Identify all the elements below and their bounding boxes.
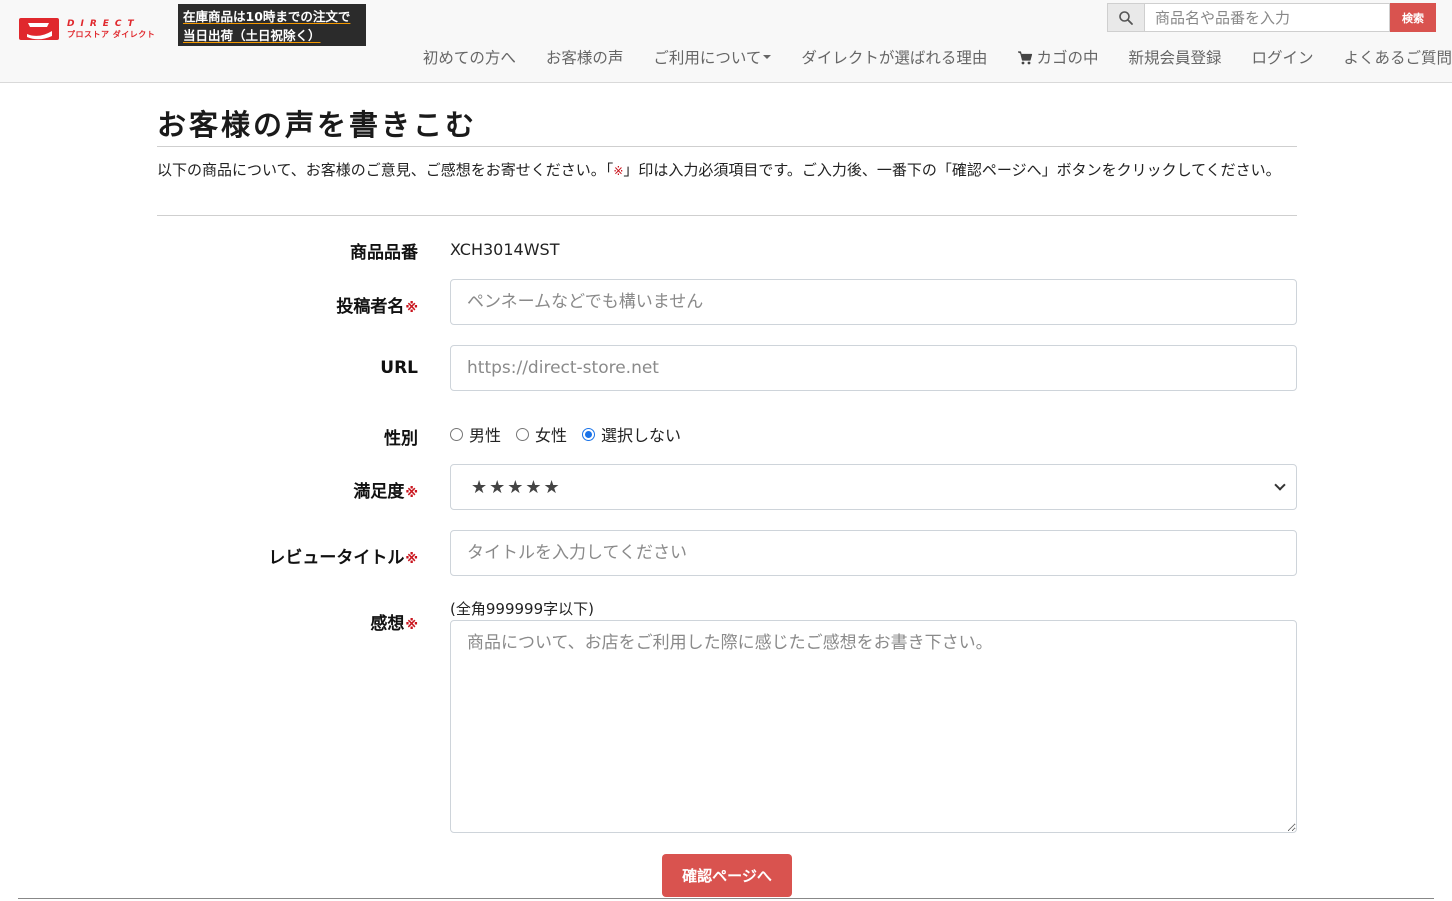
search-icon[interactable] (1107, 3, 1144, 32)
radio-button[interactable] (450, 427, 463, 441)
intro-text-after: 」印は入力必須項目です。ご入力後、一番下の「確認ページへ」ボタンをクリックしてく… (623, 161, 1281, 179)
banner-line-1: 在庫商品は10時までの注文で (183, 9, 351, 24)
nav-label: ログイン (1251, 49, 1314, 67)
nav-label: 新規会員登録 (1128, 49, 1222, 67)
required-mark: ※ (613, 164, 624, 178)
label-text: 感想 (370, 614, 405, 634)
nav-label: カゴの中 (1036, 49, 1099, 67)
comment-textarea[interactable] (450, 620, 1297, 833)
confirm-page-button[interactable]: 確認ページへ (662, 854, 792, 897)
comment-label: 感想※ (370, 609, 418, 634)
chevron-down-icon (1274, 479, 1286, 491)
required-mark: ※ (405, 618, 418, 633)
required-mark: ※ (405, 552, 418, 567)
comment-length-hint: (全角999999字以下) (450, 600, 594, 618)
main-nav: 初めての方へ お客様の声 ご利用について ダイレクトが選ばれる理由 カゴの中 新… (423, 46, 1452, 68)
nav-label: お客様の声 (545, 49, 624, 67)
shipping-banner[interactable]: 在庫商品は10時までの注文で 当日出荷（土日祝除く） (178, 4, 366, 46)
intro-text: 以下の商品について、お客様のご意見、ご感想をお寄せください。「※」印は入力必須項… (157, 158, 1297, 183)
url-label: URL (380, 358, 418, 378)
gender-option-male[interactable]: 男性 (450, 422, 501, 446)
nav-label: 初めての方へ (422, 49, 516, 67)
logo-text-en: DIRECT (67, 18, 140, 29)
gender-radio-group: 男性 女性 選択しない (450, 422, 696, 446)
search-input[interactable] (1144, 3, 1390, 32)
nav-faq[interactable]: よくあるご質問 (1343, 46, 1452, 68)
site-logo[interactable]: DIRECT プロストア ダイレクト (19, 16, 159, 42)
caret-down-icon (763, 55, 772, 59)
required-mark: ※ (405, 301, 418, 316)
intro-divider (157, 215, 1297, 216)
nav-customer-voice[interactable]: お客様の声 (546, 46, 624, 68)
banner-line-2: 当日出荷（土日祝除く） (183, 28, 321, 43)
product-code-label: 商品品番 (350, 238, 418, 263)
author-label: 投稿者名※ (336, 292, 418, 317)
url-input[interactable] (450, 345, 1297, 391)
label-text: 満足度 (353, 482, 405, 502)
review-title-input[interactable] (450, 530, 1297, 576)
label-text: レビュータイトル (268, 548, 405, 568)
rating-select[interactable]: ★★★★★ (450, 464, 1297, 510)
required-mark: ※ (405, 486, 418, 501)
label-text: URL (380, 358, 418, 378)
search-button[interactable]: 検索 (1390, 3, 1436, 32)
intro-text-before: 以下の商品について、お客様のご意見、ご感想をお寄せください。「 (157, 161, 614, 179)
title-divider (157, 146, 1297, 147)
radio-label: 男性 (469, 426, 502, 445)
nav-register[interactable]: 新規会員登録 (1128, 46, 1221, 68)
gender-label: 性別 (384, 424, 418, 449)
author-input[interactable] (450, 279, 1297, 325)
nav-why-direct[interactable]: ダイレクトが選ばれる理由 (801, 46, 987, 68)
site-header: DIRECT プロストア ダイレクト 在庫商品は10時までの注文で 当日出荷（土… (0, 0, 1452, 83)
nav-first-time[interactable]: 初めての方へ (423, 46, 516, 68)
nav-login[interactable]: ログイン (1251, 46, 1313, 68)
gender-option-none[interactable]: 選択しない (582, 422, 681, 446)
search-bar: 検索 (1107, 3, 1436, 32)
nav-cart[interactable]: カゴの中 (1017, 46, 1098, 68)
nav-usage-dropdown[interactable]: ご利用について (653, 46, 772, 68)
nav-label: ご利用について (653, 49, 762, 67)
label-text: 商品品番 (350, 243, 418, 263)
label-text: 性別 (384, 429, 418, 449)
cart-icon (1017, 50, 1033, 65)
gender-option-female[interactable]: 女性 (516, 422, 567, 446)
nav-label: よくあるご質問 (1343, 49, 1452, 67)
rating-selected-value: ★★★★★ (471, 476, 562, 498)
page-title: お客様の声を書きこむ (157, 108, 478, 142)
logo-mark-icon (19, 17, 61, 41)
product-code-value: XCH3014WST (450, 240, 560, 259)
rating-label: 満足度※ (353, 477, 418, 502)
radio-button-selected[interactable] (582, 427, 596, 441)
page-bottom-divider (18, 898, 1434, 899)
label-text: 投稿者名 (336, 297, 405, 317)
review-title-label: レビュータイトル※ (268, 543, 418, 568)
logo-text-jp: プロストア ダイレクト (67, 29, 156, 39)
radio-label: 選択しない (601, 426, 682, 445)
radio-button[interactable] (516, 427, 530, 441)
nav-label: ダイレクトが選ばれる理由 (801, 49, 988, 67)
radio-label: 女性 (535, 426, 568, 445)
